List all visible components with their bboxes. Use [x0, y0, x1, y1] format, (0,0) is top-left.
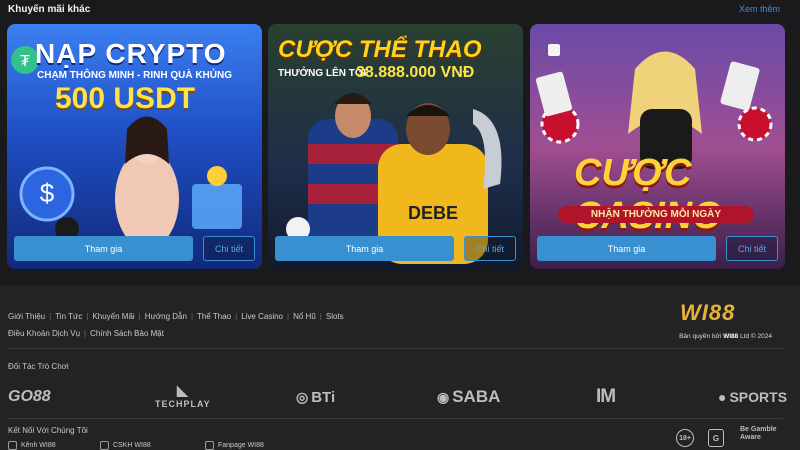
detail-button[interactable]: Chi tiết [203, 236, 255, 261]
social-label: Kênh WI88 [21, 442, 56, 449]
bti-logo-text: BTi [311, 388, 336, 406]
promo-subtitle: THƯỞNG LÊN TỚI [278, 68, 367, 79]
join-button[interactable]: Tham gia [537, 236, 716, 261]
saba-icon: ◉ [437, 388, 450, 405]
social-label: CSKH WI88 [113, 442, 151, 449]
partner-logo-sports[interactable]: ● SPORTS [718, 382, 787, 412]
footer-link-privacy[interactable]: Chính Sách Bảo Mật [90, 329, 164, 338]
promo-card-sports[interactable]: DEBE CƯỢC THỂ THAO THƯỞNG LÊN TỚI 38.888… [268, 24, 523, 269]
sports-logo-text: SPORTS [729, 389, 788, 405]
telegram-icon [100, 441, 109, 450]
partner-logo-bti[interactable]: ◎ BTi [296, 382, 335, 412]
partner-logo-go88[interactable]: GO88 [8, 382, 51, 412]
techplay-icon: ◣ [176, 382, 189, 398]
promo-subtitle: CHẠM THÔNG MINH - RINH QUÀ KHỦNG [37, 70, 232, 81]
age-18-badge: 18+ [676, 429, 694, 447]
copyright-suffix: Ltd © 2024 [740, 333, 772, 340]
footer-link-sports[interactable]: Thể Thao [197, 312, 231, 321]
partner-logo-techplay[interactable]: ◣ TECHPLAY [155, 382, 211, 412]
sports-icon: ● [718, 389, 727, 405]
divider [8, 418, 783, 419]
divider [8, 348, 783, 349]
promo-card-casino[interactable]: CƯỢC CASINO NHẬN THƯỞNG MỖI NGÀY Tham gi… [530, 24, 785, 269]
partner-logo-saba[interactable]: ◉ SABA [437, 382, 500, 412]
partners-title: Đối Tác Trò Chơi [8, 362, 69, 371]
social-link-channel[interactable]: Kênh WI88 [8, 441, 56, 450]
svg-text:$: $ [40, 178, 55, 208]
footer-link-terms[interactable]: Điều Khoản Dịch Vụ [8, 329, 80, 338]
footer-link-news[interactable]: Tin Tức [55, 312, 82, 321]
saba-logo-text: SABA [452, 387, 501, 406]
promo-title: NẠP CRYPTO [35, 38, 227, 69]
telegram-icon [8, 441, 17, 450]
social-link-fanpage[interactable]: Fanpage WI88 [205, 441, 264, 450]
copyright-prefix: Bản quyền bởi [679, 333, 722, 340]
techplay-logo-text: TECHPLAY [155, 399, 211, 409]
join-button[interactable]: Tham gia [275, 236, 454, 261]
see-more-link[interactable]: Xem thêm [739, 4, 780, 14]
footer-link-slots[interactable]: Slots [326, 312, 344, 321]
promo-section: Khuyến mãi khác Xem thêm $ ₮ NẠP CRYPTO … [0, 0, 800, 285]
bti-icon: ◎ [296, 388, 309, 405]
svg-text:DEBE: DEBE [408, 203, 458, 223]
site-footer: Giới Thiệu | Tin Tức | Khuyến Mãi | Hướng Dẫn |… [0, 286, 800, 450]
detail-button[interactable]: Chi tiết [464, 236, 516, 261]
promo-title: CƯỢC CASINO [574, 152, 722, 237]
join-button[interactable]: Tham gia [14, 236, 193, 261]
section-title: Khuyến mãi khác [8, 4, 91, 15]
footer-link-promotions[interactable]: Khuyến Mãi [92, 312, 134, 321]
go88-logo-text: GO88 [8, 388, 51, 405]
promo-highlight: 38.888.000 VNĐ [356, 64, 475, 81]
facebook-icon [205, 441, 214, 450]
begambleaware-badge: Be Gamble Aware [740, 426, 777, 441]
footer-links-row: Giới Thiệu | Tin Tức | Khuyến Mãi | Hướng Dẫn |… [8, 312, 344, 321]
footer-links: Giới Thiệu | Tin Tức | Khuyến Mãi | Hướng Dẫn |… [8, 308, 568, 342]
gamcare-badge: G [708, 429, 724, 447]
promo-highlight: 500 USDT [55, 82, 196, 115]
promo-card-crypto[interactable]: $ ₮ NẠP CRYPTO CHẠM THÔNG MINH - RINH QU… [7, 24, 262, 269]
footer-link-live-casino[interactable]: Live Casino [241, 312, 283, 321]
partner-logo-im[interactable]: IM [596, 382, 616, 412]
footer-links-row: Điều Khoản Dịch Vụ | Chính Sách Bảo Mật [8, 329, 164, 338]
im-logo-text: IM [596, 386, 616, 407]
social-label: Fanpage WI88 [218, 442, 264, 449]
promo-subtitle: NHẬN THƯỞNG MỖI NGÀY [558, 206, 754, 223]
brand-logo[interactable]: WI88 [680, 300, 735, 326]
connect-title: Kết Nối Với Chúng Tôi [8, 426, 88, 435]
promo-title: CƯỢC THỂ THAO [278, 36, 482, 63]
footer-link-jackpot[interactable]: Nổ Hũ [293, 312, 316, 321]
footer-link-about[interactable]: Giới Thiệu [8, 312, 45, 321]
detail-button[interactable]: Chi tiết [726, 236, 778, 261]
copyright-brand: WI88 [723, 333, 739, 340]
copyright-text: Bản quyền bởi WI88 Ltd © 2024 [679, 333, 772, 340]
footer-link-guide[interactable]: Hướng Dẫn [145, 312, 187, 321]
svg-text:₮: ₮ [20, 53, 30, 70]
social-link-support[interactable]: CSKH WI88 [100, 441, 151, 450]
